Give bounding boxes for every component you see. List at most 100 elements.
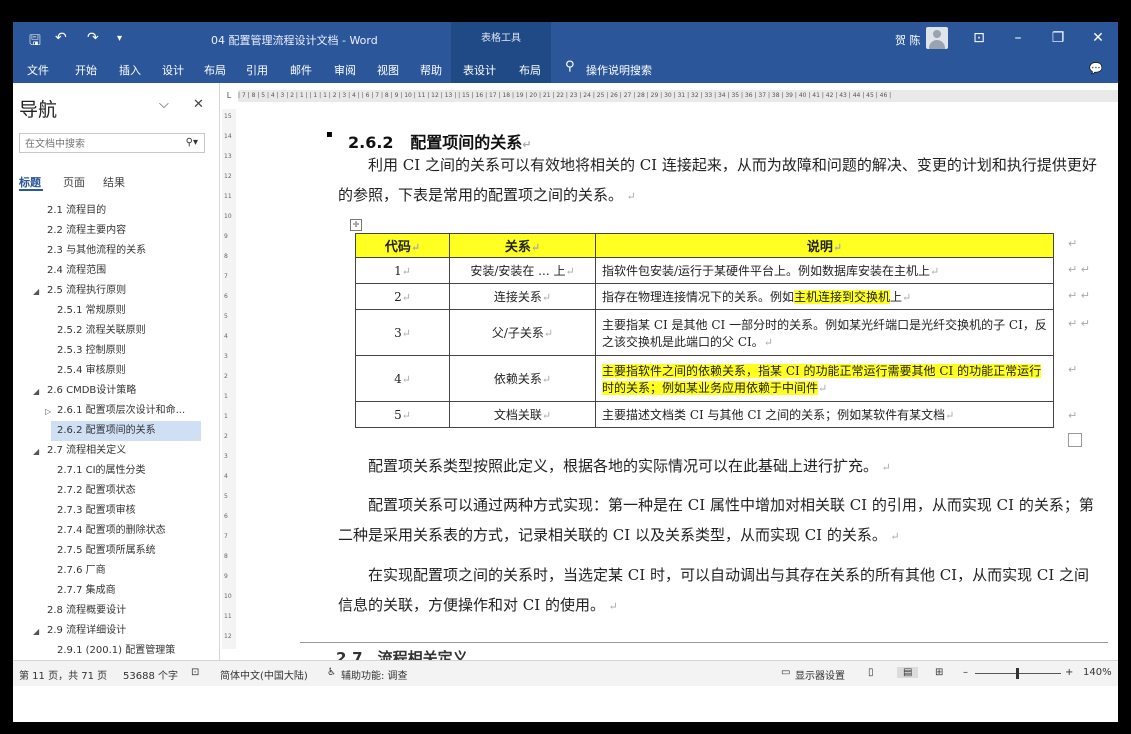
redo-icon[interactable]: ↷ — [87, 30, 99, 46]
undo-icon[interactable]: ↶ — [55, 30, 67, 46]
table-header[interactable]: 代码↵ — [355, 233, 450, 258]
tab-file[interactable]: 文件 — [27, 62, 49, 78]
table-resize-handle[interactable] — [1068, 433, 1082, 447]
zoom-slider-thumb[interactable] — [1016, 668, 1019, 679]
nav-item[interactable]: 2.6.1 配置项层次设计和命... — [57, 401, 185, 421]
table-cell[interactable]: 指存在物理连接情况下的关系。例如主机连接到交换机上↵ — [595, 283, 1054, 310]
nav-item[interactable]: 2.5 流程执行原则 — [47, 281, 126, 301]
tab-insert[interactable]: 插入 — [119, 62, 141, 78]
table-cell[interactable]: 依赖关系↵ — [449, 355, 596, 402]
nav-item[interactable]: 2.7.7 集成商 — [57, 581, 116, 601]
nav-item[interactable]: 2.7.2 配置项状态 — [57, 481, 136, 501]
nav-item[interactable]: 2.7.3 配置项审核 — [57, 501, 136, 521]
nav-item[interactable]: 2.5.4 审核原则 — [57, 361, 126, 381]
table-cell[interactable]: 连接关系↵ — [449, 283, 596, 310]
page-count[interactable]: 第 11 页，共 71 页 — [19, 667, 107, 682]
nav-item[interactable]: 2.9 流程详细设计 — [47, 621, 126, 641]
nav-item[interactable]: 2.7.6 厂商 — [57, 561, 106, 581]
table-cell[interactable]: 父/子关系↵ — [449, 309, 596, 356]
table-cell[interactable]: 主要指软件之间的依赖关系，指某 CI 的功能正常运行需要其他 CI 的功能正常运… — [595, 355, 1054, 402]
accessibility-status[interactable]: 辅助功能: 调查 — [341, 667, 408, 682]
tab-layout[interactable]: 布局 — [204, 62, 226, 78]
nav-item[interactable]: 2.6 CMDB设计策略 — [47, 381, 136, 401]
tab-design[interactable]: 设计 — [162, 62, 184, 78]
paragraph[interactable]: 在实现配置项之间的关系时，当选定某 CI 时，可以自动调出与其存在关系的所有其他… — [338, 560, 1104, 622]
display-settings[interactable]: 显示器设置 — [795, 667, 845, 682]
print-layout-icon[interactable]: ▤ — [897, 667, 919, 678]
table-cell[interactable]: 4↵ — [355, 355, 450, 402]
zoom-out-button[interactable]: – — [963, 667, 968, 678]
lightbulb-icon[interactable]: ⚲ — [565, 59, 575, 74]
nav-item[interactable]: 2.7 流程相关定义 — [47, 441, 126, 461]
ribbon-display-options-button[interactable]: ⊡ — [959, 22, 999, 55]
zoom-in-button[interactable]: + — [1065, 667, 1073, 678]
tab-home[interactable]: 开始 — [75, 62, 97, 78]
table-cell[interactable]: 主要指某 CI 是其他 CI 一部分时的关系。例如某光纤端口是光纤交换机的子 C… — [595, 309, 1054, 356]
table-cell[interactable]: 2↵ — [355, 283, 450, 310]
nav-item[interactable]: 2.5.3 控制原则 — [57, 341, 126, 361]
nav-item[interactable]: 2.4 流程范围 — [47, 261, 106, 281]
collapse-triangle-icon[interactable]: ◢ — [33, 287, 39, 296]
tab-headings[interactable]: 标题 — [19, 174, 41, 190]
nav-item[interactable]: 2.5.2 流程关联原则 — [57, 321, 146, 341]
tab-results[interactable]: 结果 — [103, 174, 125, 190]
relationship-table[interactable]: 代码↵ 关系↵ 说明↵ 1↵ 安装/安装在 ... 上↵ 指软件包安装/运行于某… — [355, 233, 1054, 428]
nav-item[interactable]: 2.9.1 (200.1) 配置管理策 — [57, 641, 175, 660]
proofing-icon[interactable]: ⊡ — [191, 667, 199, 678]
tab-pages[interactable]: 页面 — [63, 174, 85, 190]
table-cell[interactable]: 3↵ — [355, 309, 450, 356]
table-cell[interactable]: 安装/安装在 ... 上↵ — [449, 257, 596, 284]
nav-search-input[interactable] — [20, 134, 187, 154]
table-cell[interactable]: 主要描述文档类 CI 与其他 CI 之间的关系；例如某软件有某文档↵ — [595, 401, 1054, 428]
paragraph[interactable]: 配置项关系可以通过两种方式实现：第一种是在 CI 属性中增加对相关联 CI 的引… — [338, 490, 1104, 552]
minimize-button[interactable]: – — [998, 22, 1038, 55]
intro-paragraph[interactable]: 利用 CI 之间的关系可以有效地将相关的 CI 连接起来，从而为故障和问题的解决… — [338, 150, 1104, 212]
comments-icon[interactable]: 💬 — [1089, 62, 1103, 75]
nav-item-selected[interactable]: 2.6.2 配置项间的关系 — [51, 421, 201, 441]
collapse-triangle-icon[interactable]: ◢ — [33, 627, 39, 636]
tab-review[interactable]: 审阅 — [334, 62, 356, 78]
nav-item[interactable]: 2.2 流程主要内容 — [47, 221, 126, 241]
read-mode-icon[interactable]: ▯ — [868, 667, 874, 678]
restore-button[interactable]: ❐ — [1038, 22, 1078, 55]
expand-triangle-icon[interactable]: ▷ — [45, 407, 51, 416]
tell-me-search[interactable]: 操作说明搜索 — [586, 62, 652, 78]
customize-quick-access-icon[interactable]: ▾ — [117, 33, 122, 44]
vertical-ruler[interactable]: 15 14 13 12 11 10 9 8 7 6 5 4 3 2 1 1 2 3 4 5 6 7 8 9 10 11 12 — [222, 109, 236, 649]
save-icon[interactable]: 🖫 — [29, 30, 41, 54]
tab-table-layout[interactable]: 布局 — [519, 62, 541, 78]
table-cell[interactable]: 1↵ — [355, 257, 450, 284]
collapse-triangle-icon[interactable]: ◢ — [33, 387, 39, 396]
nav-item[interactable]: 2.1 流程目的 — [47, 201, 106, 221]
zoom-level[interactable]: 140% — [1083, 667, 1112, 678]
close-button[interactable]: ✕ — [1078, 22, 1118, 55]
table-cell[interactable]: 指软件包安装/运行于某硬件平台上。例如数据库安装在主机上↵ — [595, 257, 1054, 284]
nav-item[interactable]: 2.7.4 配置项的删除状态 — [57, 521, 166, 541]
web-layout-icon[interactable]: ⊞ — [935, 667, 943, 678]
table-cell[interactable]: 5↵ — [355, 401, 450, 428]
tab-selector[interactable]: L — [222, 90, 236, 102]
table-header[interactable]: 说明↵ — [595, 233, 1054, 258]
search-icon[interactable]: ⚲▾ — [186, 137, 198, 148]
tab-help[interactable]: 帮助 — [420, 62, 442, 78]
user-name[interactable]: 贺 陈 — [895, 32, 921, 48]
collapse-triangle-icon[interactable]: ◢ — [33, 447, 39, 456]
tab-table-design[interactable]: 表设计 — [463, 62, 496, 78]
tab-references[interactable]: 引用 — [246, 62, 268, 78]
paragraph[interactable]: 配置项关系类型按照此定义，根据各地的实际情况可以在此基础上进行扩充。 ↵ — [338, 451, 1104, 483]
word-count[interactable]: 53688 个字 — [123, 667, 178, 682]
avatar[interactable] — [926, 27, 948, 49]
document-page[interactable]: ▪ 2.6.2 配置项间的关系↵ 利用 CI 之间的关系可以有效地将相关的 CI… — [240, 107, 1108, 660]
table-move-handle[interactable]: ✛ — [350, 219, 362, 231]
horizontal-ruler[interactable]: | 7 | 8 | 5 | 4 | 3 | 2 | 1 | | 1 | 1 | … — [238, 90, 1118, 102]
nav-item[interactable]: 2.7.1 CI的属性分类 — [57, 461, 146, 481]
nav-item[interactable]: 2.8 流程概要设计 — [47, 601, 126, 621]
nav-item[interactable]: 2.7.5 配置项所属系统 — [57, 541, 156, 561]
nav-item[interactable]: 2.5.1 常规原则 — [57, 301, 126, 321]
close-icon[interactable]: ✕ — [193, 97, 204, 112]
tab-view[interactable]: 视图 — [377, 62, 399, 78]
table-header[interactable]: 关系↵ — [449, 233, 596, 258]
chevron-down-icon[interactable]: ⌵ — [159, 97, 169, 112]
nav-item[interactable]: 2.3 与其他流程的关系 — [47, 241, 146, 261]
table-cell[interactable]: 文档关联↵ — [449, 401, 596, 428]
